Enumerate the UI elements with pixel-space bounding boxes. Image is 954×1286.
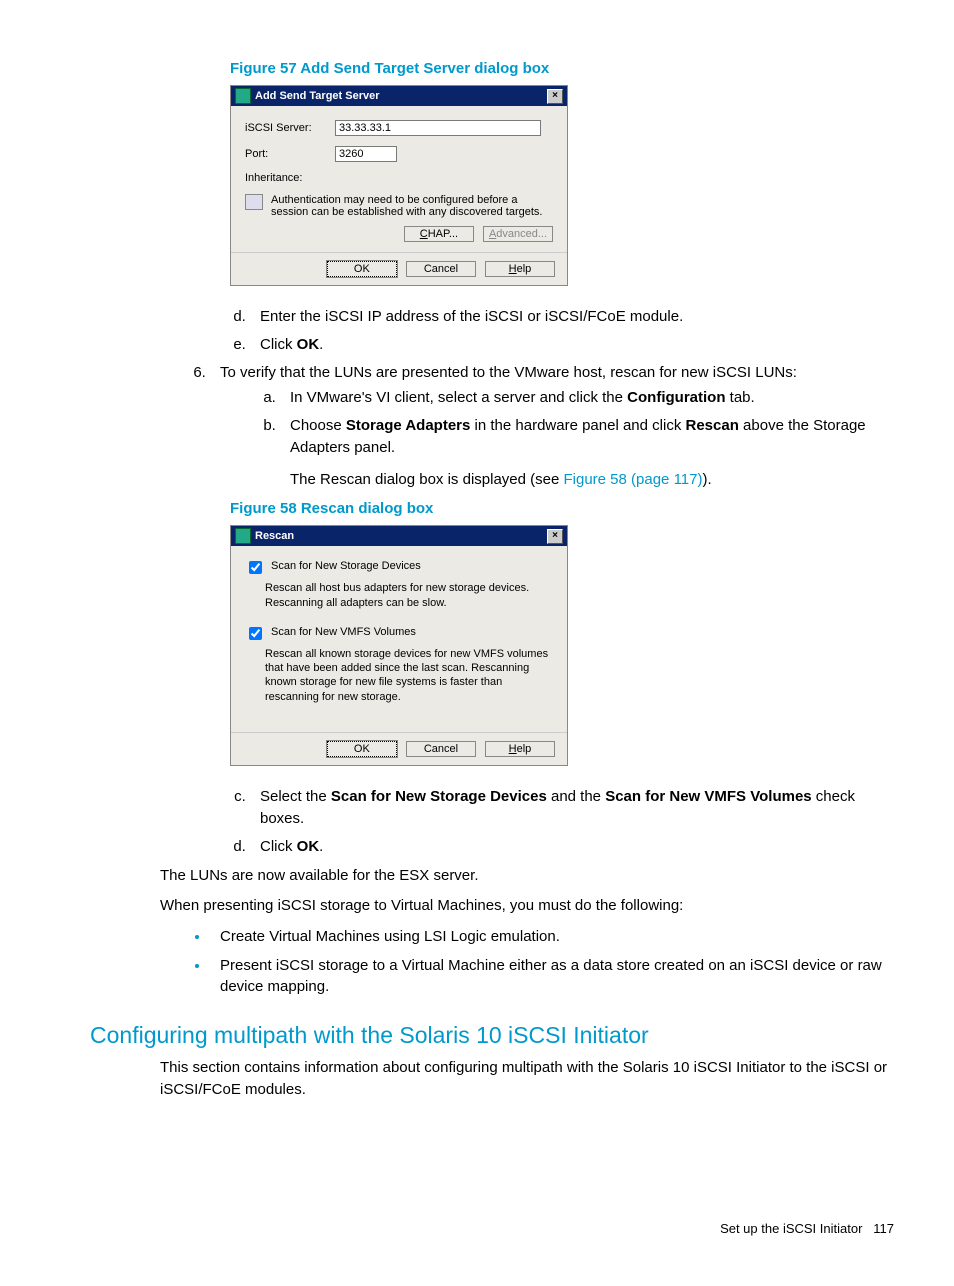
rescan-dialog: Rescan × Scan for New Storage Devices Re… [230,525,568,766]
info-icon [245,194,263,210]
step-6d: Click OK. [250,836,894,858]
figure-58-caption: Figure 58 Rescan dialog box [230,500,894,517]
scan-storage-label: Scan for New Storage Devices [271,560,421,572]
scan-vmfs-checkbox[interactable] [249,627,262,640]
iscsi-server-input[interactable] [335,120,541,136]
dialog-title-text: Rescan [255,530,294,542]
step-6b: Choose Storage Adapters in the hardware … [280,415,894,490]
luns-available-text: The LUNs are now available for the ESX s… [160,865,894,887]
ok-button[interactable]: OK [327,261,397,277]
scan-vmfs-label: Scan for New VMFS Volumes [271,626,416,638]
app-icon [235,528,251,544]
cancel-button[interactable]: Cancel [406,741,476,757]
scan-vmfs-desc: Rescan all known storage devices for new… [265,647,553,704]
section-heading-solaris: Configuring multipath with the Solaris 1… [90,1022,894,1049]
port-label: Port: [245,148,335,160]
close-icon[interactable]: × [547,529,563,544]
step-6: To verify that the LUNs are presented to… [210,362,894,491]
advanced-button[interactable]: Advanced... [483,226,553,242]
app-icon [235,88,251,104]
step-d: Enter the iSCSI IP address of the iSCSI … [250,306,894,328]
dialog-titlebar: Rescan × [231,526,567,546]
step-6c: Select the Scan for New Storage Devices … [250,786,894,830]
ok-button[interactable]: OK [327,741,397,757]
step-6a: In VMware's VI client, select a server a… [280,387,894,409]
page-footer: Set up the iSCSI Initiator 117 [60,1221,894,1236]
scan-storage-checkbox[interactable] [249,561,262,574]
step-e: Click OK. [250,334,894,356]
chap-button[interactable]: CHAP... [404,226,474,242]
close-icon[interactable]: × [547,89,563,104]
section-intro-text: This section contains information about … [160,1057,894,1101]
help-button[interactable]: Help [485,741,555,757]
figure-58-link[interactable]: Figure 58 (page 117) [564,471,703,488]
dialog-title-text: Add Send Target Server [255,90,380,102]
auth-info-text: Authentication may need to be configured… [271,194,553,218]
bullet-lsi: Create Virtual Machines using LSI Logic … [210,925,894,948]
figure-57-caption: Figure 57 Add Send Target Server dialog … [230,60,894,77]
presenting-storage-text: When presenting iSCSI storage to Virtual… [160,895,894,917]
iscsi-server-label: iSCSI Server: [245,122,335,134]
bullet-present: Present iSCSI storage to a Virtual Machi… [210,954,894,999]
add-send-target-dialog: Add Send Target Server × iSCSI Server: P… [230,85,568,286]
dialog-titlebar: Add Send Target Server × [231,86,567,106]
scan-storage-desc: Rescan all host bus adapters for new sto… [265,581,553,610]
inheritance-label: Inheritance: [245,172,335,184]
port-input[interactable] [335,146,397,162]
cancel-button[interactable]: Cancel [406,261,476,277]
help-button[interactable]: Help [485,261,555,277]
